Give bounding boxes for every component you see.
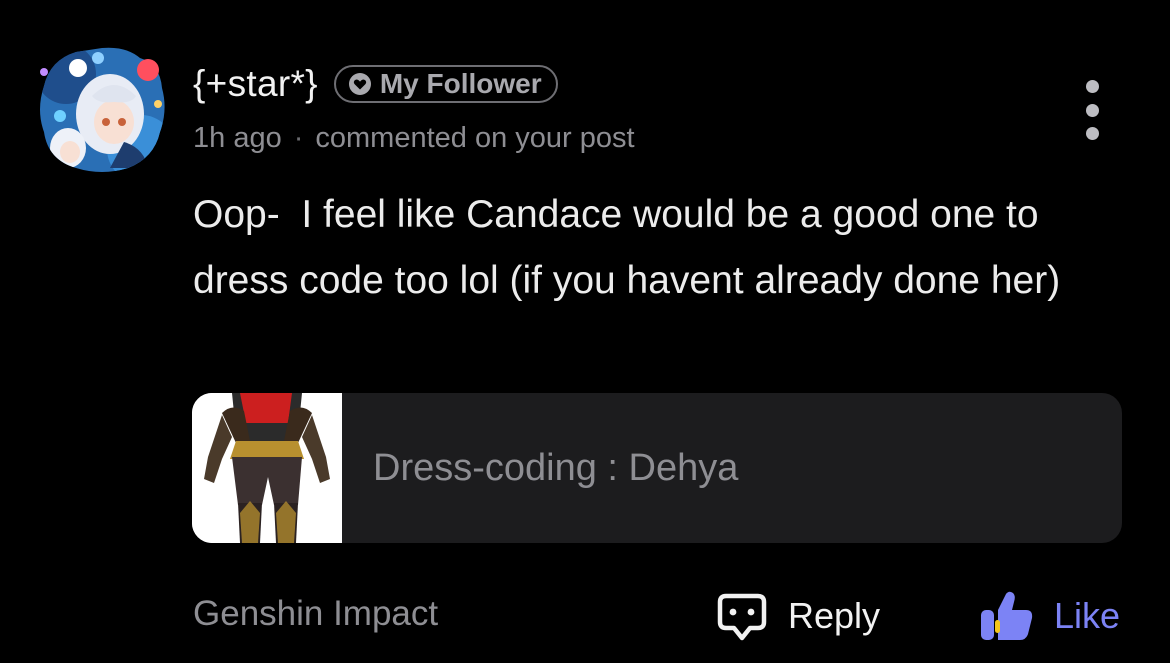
like-label: Like: [1054, 595, 1121, 636]
comment-meta: 1h ago · commented on your post: [193, 122, 635, 155]
more-vertical-icon-dot: [1085, 103, 1099, 117]
username[interactable]: {+star*}: [193, 63, 318, 105]
user-avatar[interactable]: [36, 44, 168, 176]
community-name[interactable]: Genshin Impact: [193, 594, 438, 634]
thumbs-up-icon: [981, 591, 1033, 640]
comment-text: Oop- I feel like Candace would be a good…: [193, 193, 1061, 302]
more-options-button[interactable]: [1076, 80, 1108, 140]
timestamp: 1h ago: [193, 122, 282, 154]
like-button[interactable]: Like: [980, 590, 1120, 642]
speech-bubble-icon: [717, 593, 767, 641]
reply-label: Reply: [788, 595, 881, 636]
more-vertical-icon-dot: [1085, 127, 1099, 140]
post-title: Dress-coding : Dehya: [373, 446, 739, 489]
follower-badge: My Follower: [333, 65, 558, 103]
heart-icon: [348, 73, 371, 95]
more-vertical-icon: [1085, 80, 1099, 93]
post-thumbnail: [192, 393, 342, 543]
reply-button[interactable]: Reply: [716, 590, 880, 642]
follower-badge-label: My Follower: [379, 68, 542, 99]
linked-post-card[interactable]: Dress-coding : Dehya: [192, 393, 1122, 543]
comment-header: {+star*} My Follower: [193, 60, 558, 108]
meta-separator: ·: [293, 122, 304, 154]
action-text: commented on your post: [315, 122, 635, 154]
